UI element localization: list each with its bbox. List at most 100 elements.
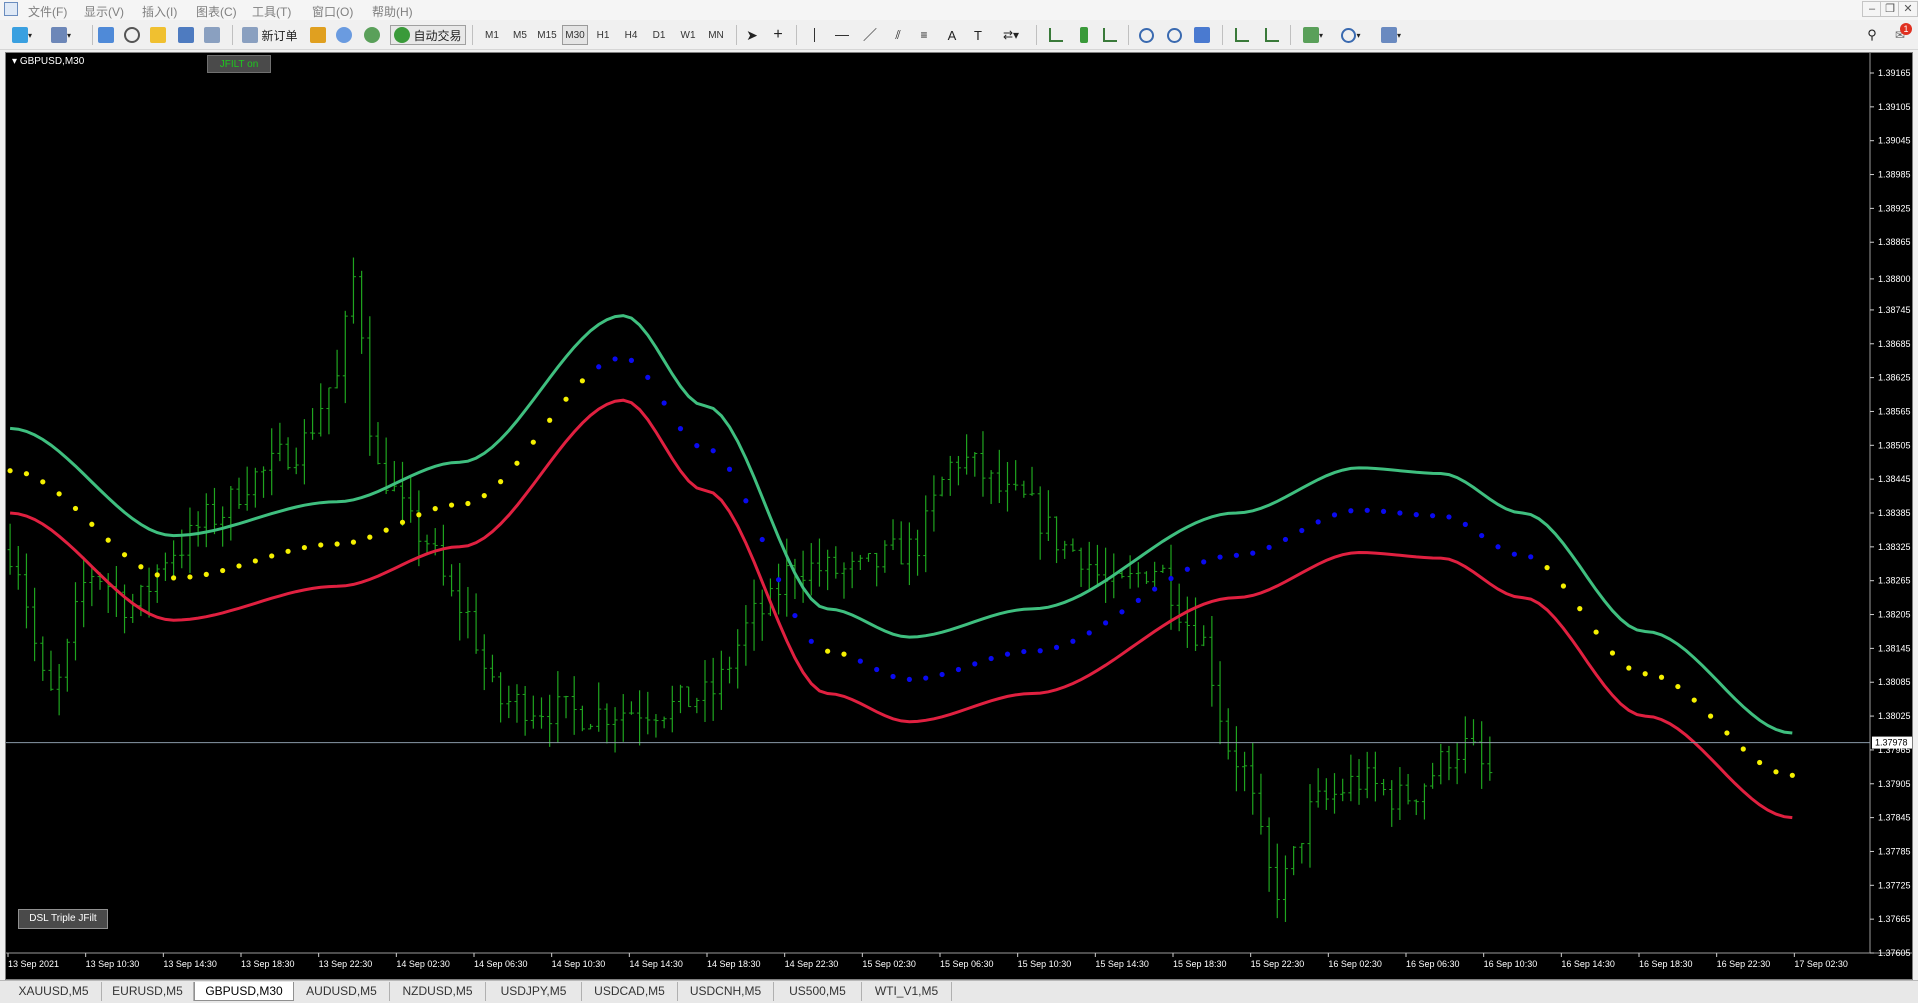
search-button[interactable]: ⚲ [1862, 25, 1882, 45]
zoom-out-button[interactable] [1164, 25, 1184, 45]
menu-help[interactable]: 帮助(H) [372, 3, 413, 20]
crosshair-button[interactable]: + [768, 25, 788, 45]
tab-wti-v1-m5[interactable]: WTI_V1,M5 [862, 982, 952, 1001]
menu-insert[interactable]: 插入(I) [142, 3, 177, 20]
horizontal-line-button[interactable] [832, 25, 852, 45]
minimize-button[interactable]: – [1862, 1, 1882, 17]
menu-tools[interactable]: 工具(T) [252, 3, 291, 20]
new-chart-button[interactable]: ▾ [8, 25, 36, 45]
restore-button[interactable]: ❐ [1880, 1, 1900, 17]
menu-file[interactable]: 文件(F) [28, 3, 67, 20]
signal-dot [677, 426, 684, 432]
metaeditor-button[interactable] [308, 25, 328, 45]
signal-dot [890, 673, 896, 680]
zoom-in-button[interactable] [1136, 25, 1156, 45]
clock-icon [1341, 27, 1357, 43]
price-chart[interactable]: 1.39165 1.39105 1.39045 1.38985 1.38925 1.388… [6, 53, 1912, 979]
navigator-button[interactable] [148, 25, 168, 45]
fibonacci-button[interactable]: ≡ [914, 25, 934, 45]
tile-windows-button[interactable] [1192, 25, 1212, 45]
signal-dot [498, 479, 504, 485]
menu-chart[interactable]: 图表(C) [196, 3, 237, 20]
indicators-button[interactable]: ▾ [1298, 25, 1328, 45]
fibonacci-icon: ≡ [920, 28, 928, 42]
timeframe-m15[interactable]: M15 [534, 25, 560, 45]
text-label-button[interactable]: T [968, 25, 988, 45]
candlestick-button[interactable] [1074, 25, 1094, 45]
timeframe-h1[interactable]: H1 [592, 25, 614, 45]
arrows-button[interactable]: ⇄▾ [996, 25, 1026, 45]
tab-usdjpy-m5[interactable]: USDJPY,M5 [486, 982, 582, 1001]
new-order-button[interactable]: 新订单 [240, 25, 300, 45]
signal-dot [955, 666, 962, 673]
signal-dot [1037, 648, 1043, 654]
periods-button[interactable]: ▾ [1336, 25, 1366, 45]
tab-eurusd-m5[interactable]: EURUSD,M5 [102, 982, 194, 1001]
menu-view[interactable]: 显示(V) [84, 3, 124, 20]
signal-dot [1348, 508, 1354, 514]
cursor-button[interactable]: ➤ [742, 25, 762, 45]
data-window-button[interactable] [122, 25, 142, 45]
auto-trading-button[interactable]: 自动交易 [390, 25, 466, 45]
templates-button[interactable]: ▾ [1374, 25, 1408, 45]
x-tick-label: 13 Sep 22:30 [319, 959, 373, 969]
signal-dot [530, 439, 536, 445]
tab-us500-m5[interactable]: US500,M5 [774, 982, 862, 1001]
signal-dot [187, 574, 193, 580]
signal-dot [759, 536, 765, 543]
line-chart-icon [1103, 28, 1117, 42]
timeframe-mn[interactable]: MN [704, 25, 728, 45]
timeframe-w1[interactable]: W1 [676, 25, 700, 45]
x-tick-label: 13 Sep 2021 [8, 959, 59, 969]
tab-xauusd-m5[interactable]: XAUUSD,M5 [6, 982, 102, 1001]
signal-dot [1397, 510, 1403, 516]
market-watch-button[interactable] [96, 25, 116, 45]
signals-button[interactable] [334, 25, 354, 45]
tab-gbpusd-m30[interactable]: GBPUSD,M30 [194, 982, 294, 1001]
notifications-button[interactable]: ✉ 1 [1888, 23, 1912, 45]
dsl-triple-jfilt-button[interactable]: DSL Triple JFilt [18, 909, 108, 929]
signal-dot [792, 612, 798, 619]
tab-usdcnh-m5[interactable]: USDCNH,M5 [678, 982, 774, 1001]
market-button[interactable] [362, 25, 382, 45]
close-button[interactable]: ✕ [1898, 1, 1918, 17]
tab-nzdusd-m5[interactable]: NZDUSD,M5 [390, 982, 486, 1001]
signal-dot [399, 519, 406, 525]
channel-button[interactable]: ⫽ [888, 25, 908, 45]
bar-chart-button[interactable] [1046, 25, 1066, 45]
strategy-tester-button[interactable] [202, 25, 222, 45]
timeframe-m30[interactable]: M30 [562, 25, 588, 45]
timeframe-d1[interactable]: D1 [648, 25, 670, 45]
x-tick-label: 13 Sep 14:30 [163, 959, 217, 969]
auto-scroll-button[interactable] [1262, 25, 1282, 45]
vertical-line-button[interactable] [804, 25, 824, 45]
x-tick-label: 15 Sep 10:30 [1018, 959, 1072, 969]
auto-scroll-icon [1265, 28, 1279, 42]
signal-dot [220, 567, 226, 574]
signal-dot [1626, 665, 1632, 671]
terminal-button[interactable] [176, 25, 196, 45]
signal-dot [825, 648, 831, 654]
zoom-out-icon [1166, 27, 1182, 43]
notification-badge: 1 [1900, 23, 1912, 35]
auto-trading-label: 自动交易 [413, 28, 462, 43]
trend-line-button[interactable]: ／ [860, 25, 880, 45]
menu-window[interactable]: 窗口(O) [312, 3, 353, 20]
profiles-button[interactable]: ▾ [46, 25, 76, 45]
star-icon [150, 27, 166, 43]
y-tick-label: 1.38025 [1878, 711, 1911, 721]
timeframe-m5[interactable]: M5 [508, 25, 532, 45]
tab-audusd-m5[interactable]: AUDUSD,M5 [294, 982, 390, 1001]
lower-band-line [9, 398, 1793, 820]
chart-shift-button[interactable] [1232, 25, 1252, 45]
line-chart-button[interactable] [1100, 25, 1120, 45]
timeframe-h4[interactable]: H4 [620, 25, 642, 45]
tab-usdcad-m5[interactable]: USDCAD,M5 [582, 982, 678, 1001]
text-button[interactable]: A [942, 25, 962, 45]
signal-dot [939, 671, 945, 678]
signal-dot [1462, 521, 1468, 527]
jfilt-toggle-button[interactable]: JFILT on [207, 55, 271, 73]
chart-window[interactable]: 1.39165 1.39105 1.39045 1.38985 1.38925 1.388… [5, 52, 1913, 980]
toolbar: ▾ ▾ 新订单 自动交易 M1 M5 M15 M30 H1 H4 D1 W1 M… [0, 20, 1918, 50]
timeframe-m1[interactable]: M1 [480, 25, 504, 45]
